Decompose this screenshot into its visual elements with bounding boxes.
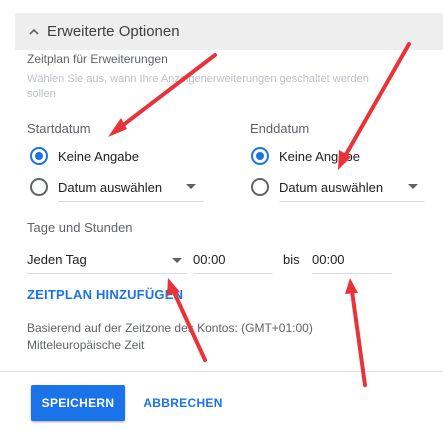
dropdown-arrow-icon[interactable] <box>186 184 196 189</box>
day-select-underline <box>27 273 187 274</box>
to-time-field[interactable]: 00:00 <box>312 252 345 267</box>
timezone-note: Basierend auf der Zeitzone des Kontos: (… <box>27 320 313 354</box>
from-time-field[interactable]: 00:00 <box>193 252 226 267</box>
day-select-value[interactable]: Jeden Tag <box>27 252 87 267</box>
schedule-description-line2: sollen <box>27 88 56 100</box>
start-radio-none[interactable]: Keine Angabe <box>30 145 139 167</box>
end-radio-pick-label: Datum auswählen <box>279 179 384 195</box>
timezone-line1: Basierend auf der Zeitzone des Kontos: (… <box>27 321 313 335</box>
timezone-line2: Mitteleuropäische Zeit <box>27 338 145 352</box>
end-radio-none-label: Keine Angabe <box>279 148 360 164</box>
start-radio-pick[interactable]: Datum auswählen <box>30 176 162 198</box>
advanced-options-title: Erweiterte Optionen <box>47 23 180 40</box>
advanced-options-header[interactable]: Erweiterte Optionen <box>15 13 443 50</box>
start-date-label: Startdatum <box>27 121 91 136</box>
radio-checked-icon <box>251 147 269 165</box>
dropdown-arrow-icon[interactable] <box>172 258 182 263</box>
cancel-button[interactable]: ABBRECHEN <box>136 385 230 421</box>
schedule-title: Zeitplan für Erweiterungen <box>27 52 168 66</box>
to-time-underline <box>312 273 392 274</box>
options-card: Erweiterte Optionen Zeitplan für Erweite… <box>15 0 443 372</box>
end-radio-none[interactable]: Keine Angabe <box>251 145 360 167</box>
stage: Erweiterte Optionen Zeitplan für Erweite… <box>0 0 443 430</box>
add-schedule-link[interactable]: ZEITPLAN HINZUFÜGEN <box>27 287 183 302</box>
bis-label: bis <box>283 252 300 267</box>
from-time-underline <box>193 273 273 274</box>
start-radio-none-label: Keine Angabe <box>58 148 139 164</box>
dropdown-arrow-icon[interactable] <box>408 184 418 189</box>
start-radio-pick-label: Datum auswählen <box>58 179 163 195</box>
days-hours-label: Tage und Stunden <box>27 220 133 235</box>
start-date-underline <box>58 201 204 202</box>
save-button[interactable]: SPEICHERN <box>31 385 125 421</box>
radio-checked-icon <box>30 147 48 165</box>
radio-unchecked-icon <box>30 178 48 196</box>
end-date-underline <box>279 201 425 202</box>
radio-unchecked-icon <box>251 178 269 196</box>
end-radio-pick[interactable]: Datum auswählen <box>251 176 383 198</box>
footer-divider <box>0 371 443 372</box>
chevron-up-icon <box>29 28 39 35</box>
end-date-label: Enddatum <box>250 121 310 136</box>
schedule-description-line1: Wählen Sie aus, wann Ihre Anzeigenerweit… <box>27 73 369 85</box>
